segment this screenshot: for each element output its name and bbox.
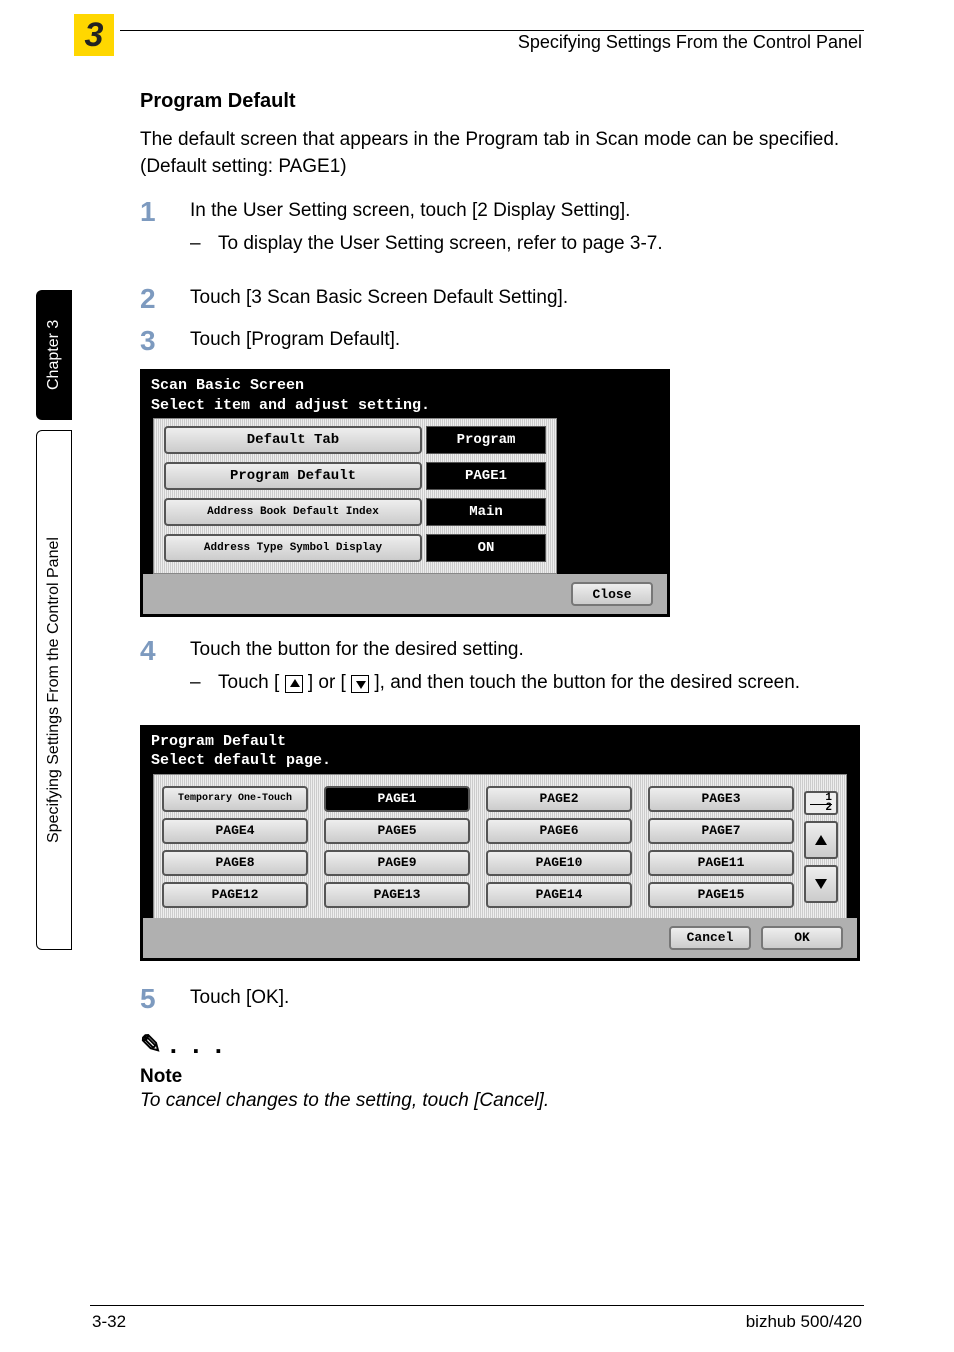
cancel-button[interactable]: Cancel — [669, 926, 751, 950]
arrow-up-icon — [285, 675, 303, 693]
panel1-title2: Select item and adjust setting. — [151, 396, 659, 416]
page-button-grid: Temporary One-Touch PAGE1 PAGE2 PAGE3 PA… — [162, 786, 794, 908]
scroll-down-button[interactable] — [804, 865, 838, 903]
row-address-book-default-index[interactable]: Address Book Default Index Main — [164, 497, 546, 527]
step-1-text: In the User Setting screen, touch [2 Dis… — [190, 198, 864, 225]
page-btn-page15[interactable]: PAGE15 — [648, 882, 794, 908]
note-icon-row: ✎ . . . — [140, 1029, 864, 1060]
scroll-up-button[interactable] — [804, 821, 838, 859]
page-btn-page7[interactable]: PAGE7 — [648, 818, 794, 844]
step-number: 3 — [140, 327, 190, 355]
row-address-type-symbol-display[interactable]: Address Type Symbol Display ON — [164, 533, 546, 563]
row-value: Main — [426, 498, 546, 526]
step-5: 5 Touch [OK]. — [140, 985, 864, 1013]
s4-sub-a: Touch [ — [218, 672, 285, 693]
page-btn-page3[interactable]: PAGE3 — [648, 786, 794, 812]
footer-rule — [90, 1305, 864, 1306]
page-btn-page2[interactable]: PAGE2 — [486, 786, 632, 812]
bullet-dash: – — [190, 231, 218, 258]
step-number: 5 — [140, 985, 190, 1013]
note-dots: . . . — [170, 1029, 226, 1060]
screenshot-scan-basic-screen: Scan Basic Screen Select item and adjust… — [140, 369, 670, 617]
panel1-title1: Scan Basic Screen — [151, 376, 659, 396]
step-4-sub-text: Touch [ ] or [ ], and then touch the but… — [218, 670, 800, 697]
step-number: 2 — [140, 285, 190, 313]
s4-sub-c: ], and then touch the button for the des… — [374, 672, 800, 693]
row-value: ON — [426, 534, 546, 562]
panel1-header: Scan Basic Screen Select item and adjust… — [143, 372, 667, 419]
step-2: 2 Touch [3 Scan Basic Screen Default Set… — [140, 285, 864, 313]
row-label: Address Book Default Index — [164, 498, 422, 526]
page-btn-page14[interactable]: PAGE14 — [486, 882, 632, 908]
close-button[interactable]: Close — [571, 582, 653, 606]
step-1-sub: – To display the User Setting screen, re… — [190, 231, 864, 258]
page-btn-page9[interactable]: PAGE9 — [324, 850, 470, 876]
header-title: Specifying Settings From the Control Pan… — [518, 32, 862, 53]
panel2-title2: Select default page. — [151, 751, 849, 771]
main-content: Program Default The default screen that … — [140, 90, 864, 1112]
page-btn-page12[interactable]: PAGE12 — [162, 882, 308, 908]
step-3-text: Touch [Program Default]. — [190, 327, 864, 354]
scroll-column: 1 2 — [804, 791, 838, 903]
sidebar-chapter-tab: Chapter 3 — [36, 290, 72, 420]
scroll-indicator: 1 2 — [804, 791, 838, 815]
page-btn-temp-onetouch[interactable]: Temporary One-Touch — [162, 786, 308, 812]
step-4-sub: – Touch [ ] or [ ], and then touch the b… — [190, 670, 864, 697]
page-btn-page8[interactable]: PAGE8 — [162, 850, 308, 876]
page-btn-page13[interactable]: PAGE13 — [324, 882, 470, 908]
step-1-sub-text: To display the User Setting screen, refe… — [218, 231, 663, 258]
panel2-header: Program Default Select default page. — [143, 728, 857, 775]
note-text: To cancel changes to the setting, touch … — [140, 1090, 864, 1112]
row-value: PAGE1 — [426, 462, 546, 490]
header-rule — [120, 30, 864, 31]
ok-button[interactable]: OK — [761, 926, 843, 950]
arrow-up-icon — [815, 835, 827, 845]
s4-sub-b: ] or [ — [308, 672, 351, 693]
pencil-icon: ✎ — [140, 1029, 162, 1060]
row-default-tab[interactable]: Default Tab Program — [164, 425, 546, 455]
panel2-footer: Cancel OK — [143, 918, 857, 958]
bullet-dash: – — [190, 670, 218, 697]
page-btn-page5[interactable]: PAGE5 — [324, 818, 470, 844]
step-4-text: Touch the button for the desired setting… — [190, 637, 864, 664]
note-heading: Note — [140, 1066, 864, 1088]
page-btn-page10[interactable]: PAGE10 — [486, 850, 632, 876]
step-number: 1 — [140, 198, 190, 226]
step-2-text: Touch [3 Scan Basic Screen Default Setti… — [190, 285, 864, 312]
row-label: Address Type Symbol Display — [164, 534, 422, 562]
row-program-default[interactable]: Program Default PAGE1 — [164, 461, 546, 491]
step-1: 1 In the User Setting screen, touch [2 D… — [140, 198, 864, 271]
footer-model: bizhub 500/420 — [746, 1312, 862, 1332]
panel1-body: Default Tab Program Program Default PAGE… — [153, 418, 557, 574]
intro-paragraph: The default screen that appears in the P… — [140, 127, 864, 180]
chapter-number-badge: 3 — [74, 14, 114, 56]
page-btn-page1[interactable]: PAGE1 — [324, 786, 470, 812]
panel2-body: Temporary One-Touch PAGE1 PAGE2 PAGE3 PA… — [153, 774, 847, 920]
page-btn-page4[interactable]: PAGE4 — [162, 818, 308, 844]
row-label: Default Tab — [164, 426, 422, 454]
page-btn-page6[interactable]: PAGE6 — [486, 818, 632, 844]
step-number: 4 — [140, 637, 190, 665]
sidebar-section-tab: Specifying Settings From the Control Pan… — [36, 430, 72, 950]
screenshot-program-default: Program Default Select default page. Tem… — [140, 725, 860, 961]
panel2-title1: Program Default — [151, 732, 849, 752]
arrow-down-icon — [815, 879, 827, 889]
arrow-down-icon — [351, 675, 369, 693]
footer-page-number: 3-32 — [92, 1312, 126, 1332]
step-3: 3 Touch [Program Default]. — [140, 327, 864, 355]
section-title: Program Default — [140, 90, 864, 113]
step-4: 4 Touch the button for the desired setti… — [140, 637, 864, 710]
step-5-text: Touch [OK]. — [190, 985, 864, 1012]
row-label: Program Default — [164, 462, 422, 490]
page-btn-page11[interactable]: PAGE11 — [648, 850, 794, 876]
row-value: Program — [426, 426, 546, 454]
